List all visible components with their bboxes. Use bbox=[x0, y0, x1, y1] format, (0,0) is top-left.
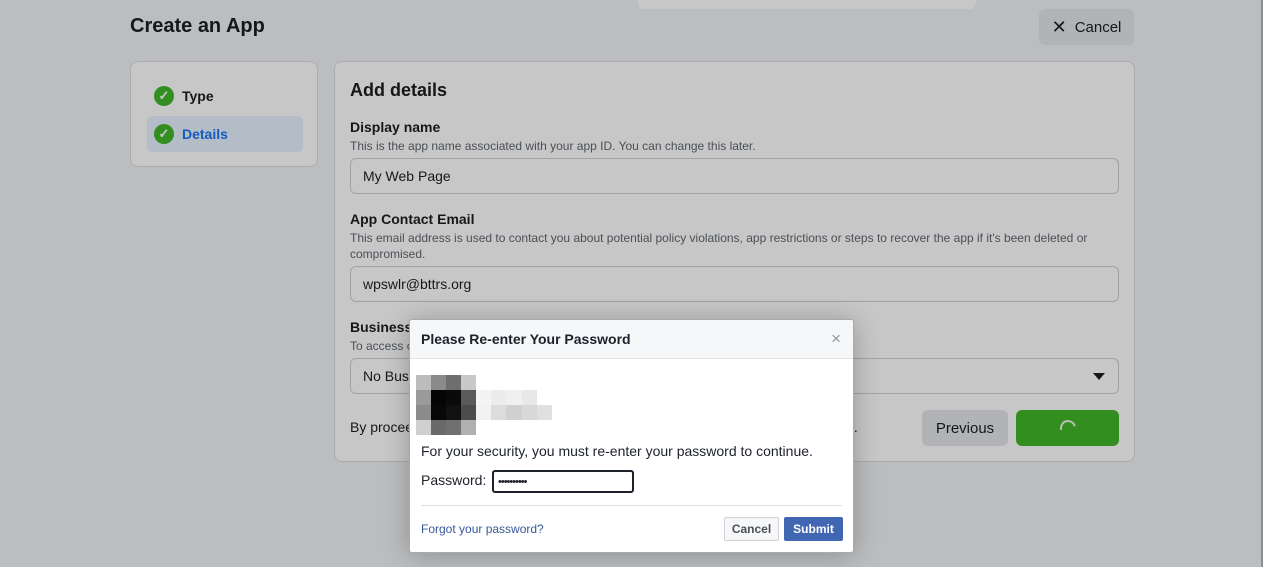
close-icon[interactable]: × bbox=[831, 330, 841, 347]
avatar-pixel bbox=[416, 405, 431, 420]
dialog-title: Please Re-enter Your Password bbox=[421, 331, 631, 347]
avatar bbox=[416, 375, 476, 435]
avatar-pixel bbox=[416, 375, 431, 390]
dialog-header: Please Re-enter Your Password bbox=[410, 320, 853, 359]
redacted-pixel bbox=[536, 405, 552, 420]
redacted-pixel bbox=[506, 405, 522, 420]
divider bbox=[421, 505, 842, 506]
avatar-pixel bbox=[461, 405, 476, 420]
avatar-pixel bbox=[431, 390, 446, 405]
submit-button[interactable]: Submit bbox=[784, 517, 843, 541]
avatar-pixel bbox=[431, 405, 446, 420]
redacted-pixel bbox=[491, 405, 507, 420]
avatar-pixel bbox=[416, 420, 431, 435]
redacted-pixel bbox=[476, 405, 492, 420]
forgot-password-link[interactable]: Forgot your password? bbox=[421, 522, 544, 536]
avatar-pixel bbox=[431, 420, 446, 435]
avatar-pixel bbox=[461, 420, 476, 435]
avatar-pixel bbox=[446, 375, 461, 390]
password-label: Password: bbox=[421, 472, 487, 488]
avatar-pixel bbox=[446, 405, 461, 420]
redacted-pixel bbox=[506, 390, 522, 405]
redacted-pixel bbox=[476, 390, 492, 405]
avatar-pixel bbox=[416, 390, 431, 405]
security-message: For your security, you must re-enter you… bbox=[421, 443, 813, 459]
avatar-pixel bbox=[461, 375, 476, 390]
dialog-cancel-button[interactable]: Cancel bbox=[724, 517, 779, 541]
password-input[interactable] bbox=[492, 470, 634, 493]
redacted-pixel bbox=[521, 405, 537, 420]
avatar-pixel bbox=[431, 375, 446, 390]
avatar-pixel bbox=[461, 390, 476, 405]
avatar-pixel bbox=[446, 420, 461, 435]
redacted-pixel bbox=[536, 390, 552, 405]
redacted-pixel bbox=[491, 390, 507, 405]
reenter-password-dialog: Please Re-enter Your Password × For your… bbox=[409, 319, 854, 553]
avatar-pixel bbox=[446, 390, 461, 405]
create-app-page: Create an App ✕ Cancel ✓ Type ✓ Details … bbox=[0, 0, 1263, 567]
user-name-redacted bbox=[476, 390, 552, 420]
redacted-pixel bbox=[521, 390, 537, 405]
